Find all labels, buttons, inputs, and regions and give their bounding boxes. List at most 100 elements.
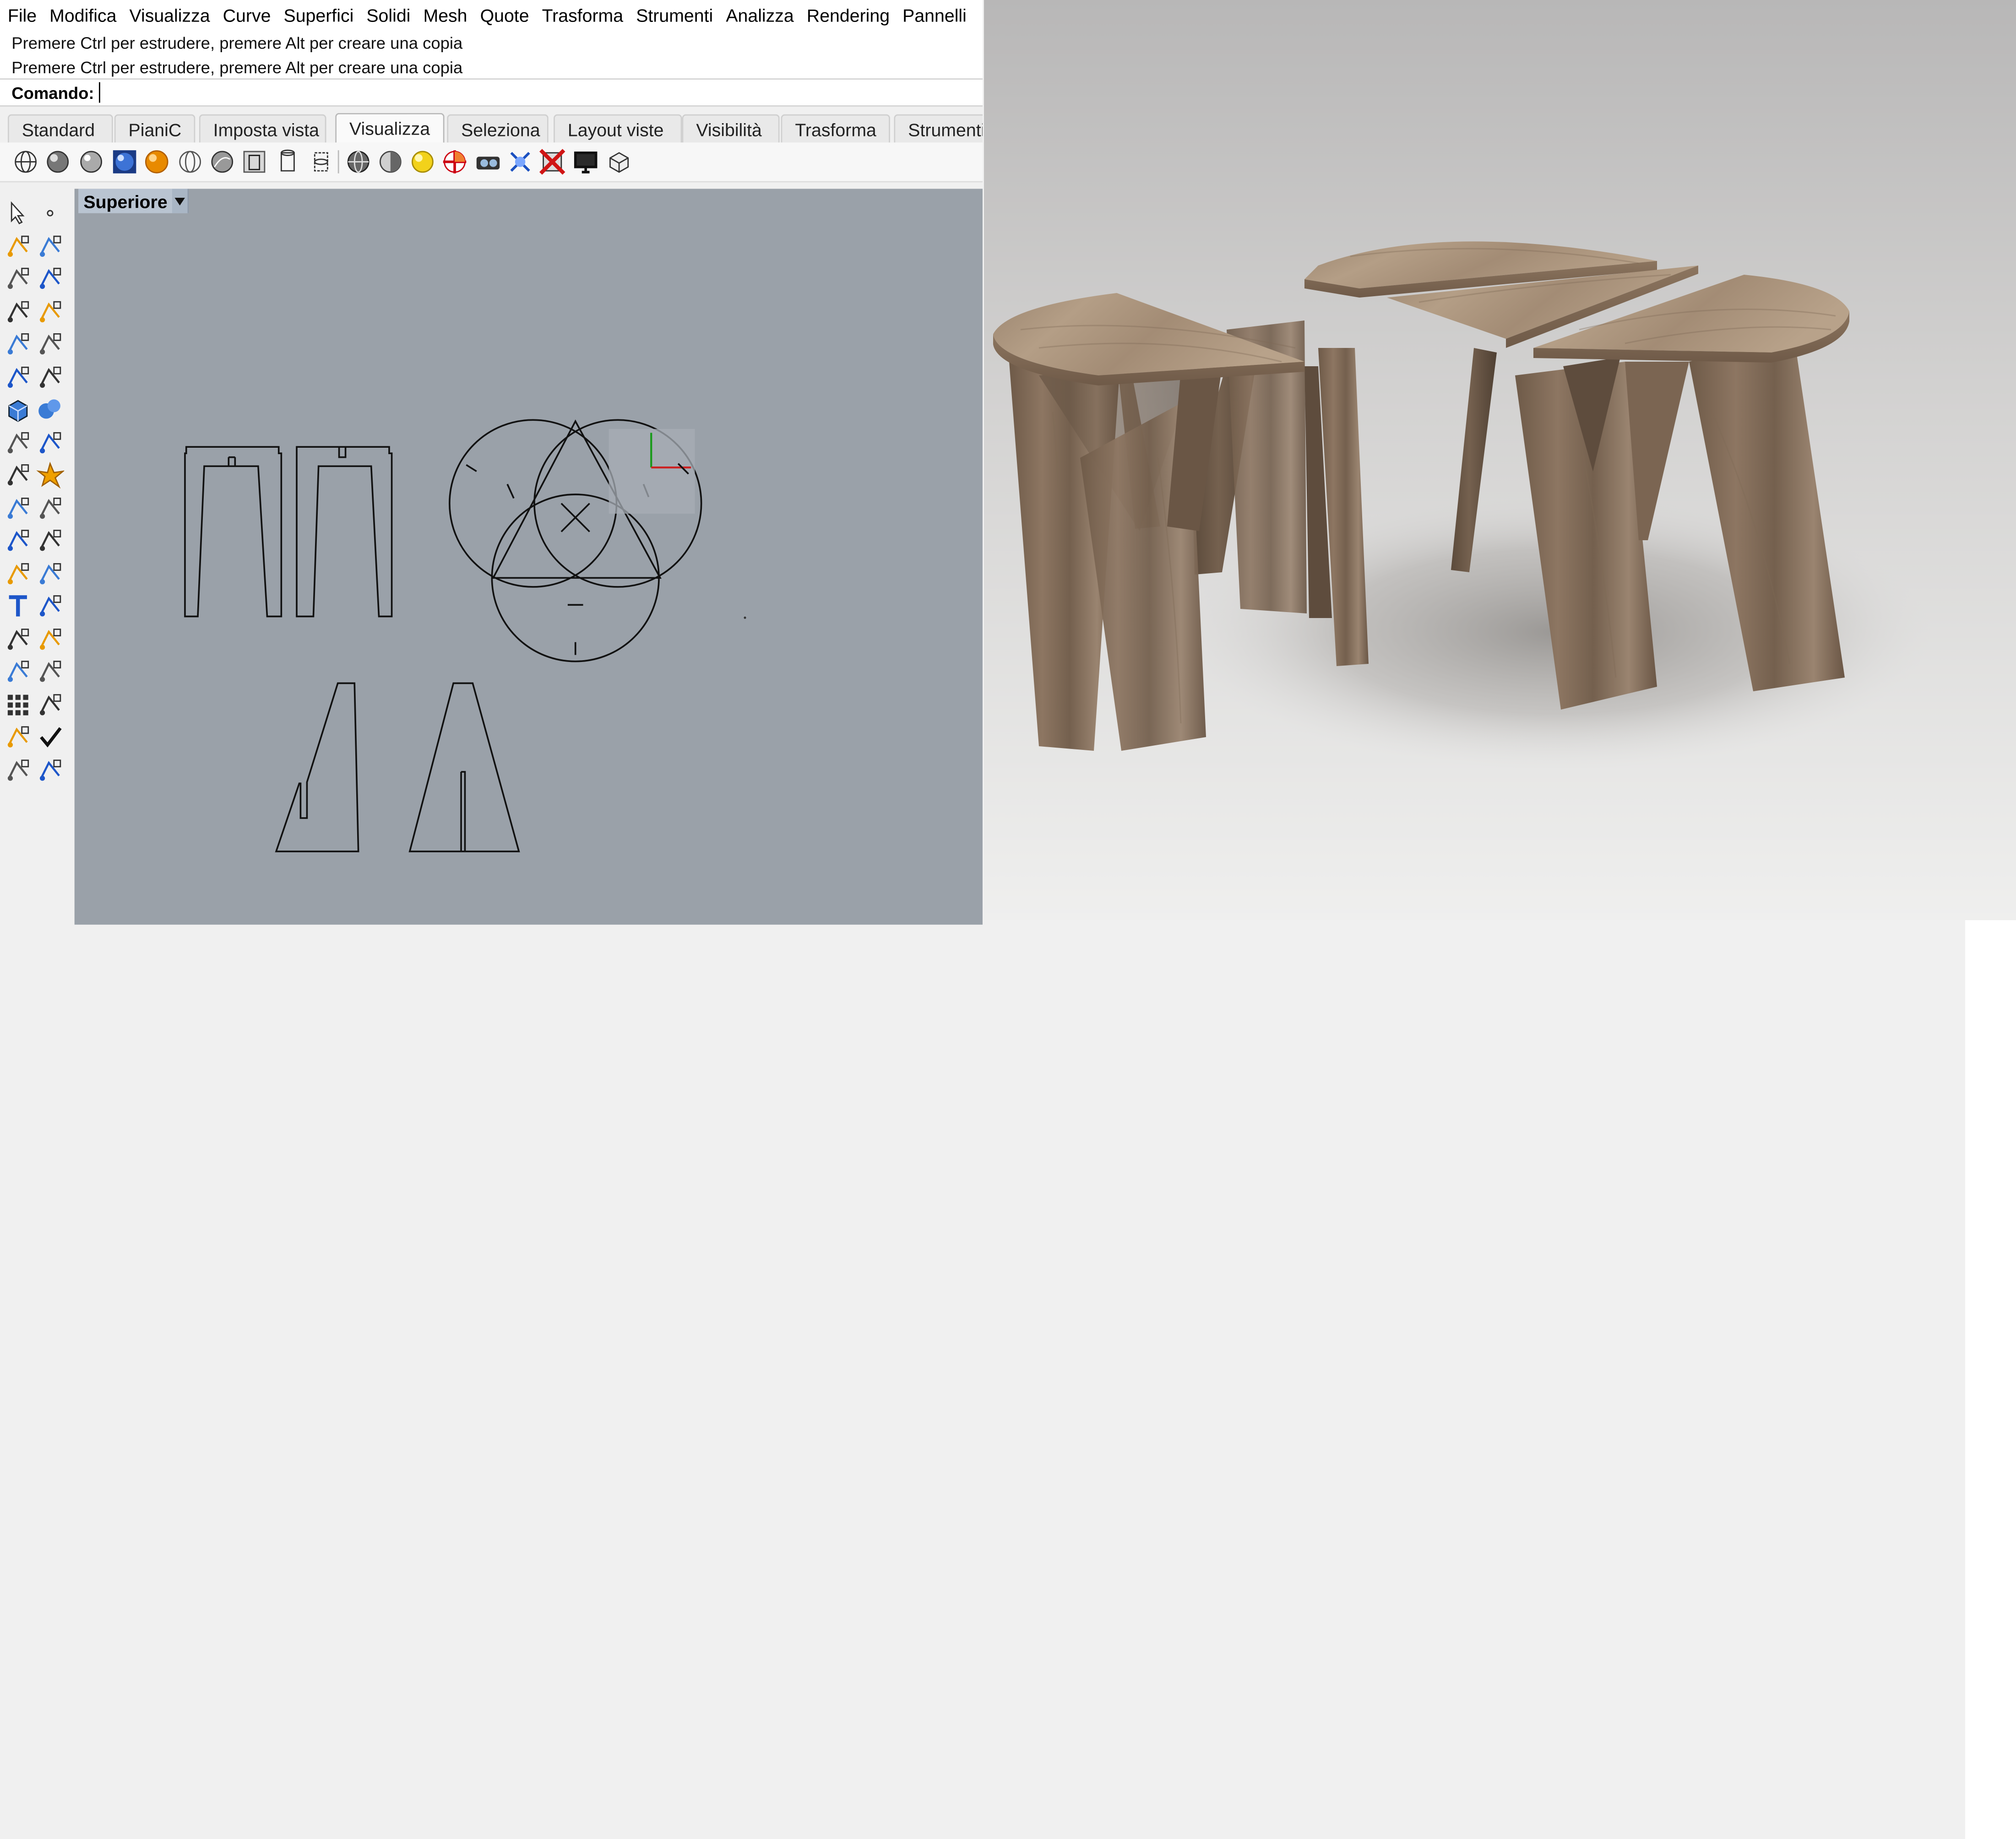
menu-item[interactable]: Mesh <box>417 0 473 31</box>
toolbar-separator <box>337 150 339 174</box>
light-icon[interactable] <box>408 148 437 176</box>
grid-array-icon[interactable] <box>4 690 32 719</box>
viewport-top[interactable]: Superiore <box>74 189 983 925</box>
history-line: Premere Ctrl per estrudere, premere Alt … <box>11 33 463 53</box>
curve-icon[interactable] <box>36 232 65 260</box>
plane-icon[interactable] <box>344 148 373 176</box>
drawing-canvas[interactable] <box>75 189 983 924</box>
boolean-icon[interactable] <box>4 526 32 555</box>
copy-icon[interactable] <box>36 625 65 653</box>
camera-icon[interactable] <box>474 148 502 176</box>
toolbar-tab[interactable]: Strumenti <box>894 114 983 143</box>
ghosted-icon[interactable] <box>110 148 139 176</box>
rectangle-icon[interactable] <box>36 297 65 325</box>
viewport-tab[interactable]: Superiore <box>78 189 190 213</box>
sphere-icon[interactable] <box>376 148 405 176</box>
gumball-widget[interactable] <box>609 429 695 514</box>
split-icon[interactable] <box>36 559 65 588</box>
block-icon[interactable] <box>4 657 32 686</box>
chevron-down-icon[interactable] <box>172 189 188 213</box>
point-marker <box>744 616 746 619</box>
circle-icon[interactable] <box>4 265 32 293</box>
sphere-solid-icon[interactable] <box>36 396 65 424</box>
menu-item[interactable]: File <box>0 0 43 31</box>
menu-item[interactable]: Curve <box>217 0 277 31</box>
command-history: Premere Ctrl per estrudere, premere Alt … <box>0 31 983 80</box>
bounding-icon[interactable] <box>307 148 335 176</box>
plane-surface-icon[interactable] <box>36 429 65 457</box>
extrude-icon[interactable] <box>4 429 32 457</box>
viewport-title: Superiore <box>83 190 168 212</box>
left-toolbar <box>0 189 75 925</box>
display-toolbar <box>0 142 983 183</box>
menu-item[interactable]: Superfici <box>277 0 360 31</box>
toolbar-tabs: Standard PianiC Imposta vista Visualizza Sel… <box>0 110 983 143</box>
x-mark <box>560 503 590 532</box>
menu-item[interactable]: Trasforma <box>536 0 630 31</box>
toolbar-tab[interactable]: Trasforma <box>781 114 891 143</box>
toolbar-tab[interactable]: PianiC <box>114 114 196 143</box>
toolbar-tab[interactable]: Layout viste <box>554 114 682 143</box>
menu-item[interactable]: Visualizza <box>123 0 216 31</box>
menu-item[interactable]: Solidi <box>360 0 417 31</box>
menu-item[interactable]: Strumenti <box>630 0 719 31</box>
polyline-icon[interactable] <box>4 232 32 260</box>
explode-icon[interactable] <box>36 461 65 489</box>
shaded-icon[interactable] <box>43 148 72 176</box>
menu-item[interactable]: Modifica <box>43 0 123 31</box>
wireframe-icon[interactable] <box>11 148 40 176</box>
group-icon[interactable] <box>36 526 65 555</box>
toolbar-tab[interactable]: Visualizza <box>335 113 445 143</box>
technical-icon[interactable] <box>176 148 204 176</box>
stool-render-image <box>984 0 2016 920</box>
text-icon[interactable] <box>4 592 32 620</box>
toolbar-tab[interactable]: Standard <box>7 114 113 143</box>
menu-item[interactable]: Analizza <box>719 0 800 31</box>
toolbar-tab[interactable]: Seleziona <box>447 114 549 143</box>
select-arrow-icon[interactable] <box>4 199 32 228</box>
trim-icon[interactable] <box>4 559 32 588</box>
target-icon[interactable] <box>440 148 469 176</box>
point-icon[interactable] <box>36 199 65 228</box>
layer-icon[interactable] <box>4 723 32 751</box>
command-input[interactable] <box>99 82 486 103</box>
box-icon[interactable] <box>605 148 633 176</box>
toolbar-tab[interactable]: Visibilità <box>682 114 780 143</box>
render-tool-icon[interactable] <box>36 756 65 784</box>
menu-item[interactable]: Quote <box>474 0 536 31</box>
toolbar-tab[interactable]: Imposta vista <box>199 114 326 143</box>
menu-item[interactable]: Pannelli <box>896 0 973 31</box>
history-line: Premere Ctrl per estrudere, premere Alt … <box>11 58 463 77</box>
surface-icon[interactable] <box>4 363 32 391</box>
box-solid-icon[interactable] <box>4 396 32 424</box>
transform-icon[interactable] <box>36 592 65 620</box>
monitor-icon[interactable] <box>571 148 600 176</box>
xray-icon[interactable] <box>142 148 171 176</box>
check-icon[interactable] <box>36 723 65 751</box>
leg-piece-outline <box>184 446 283 618</box>
artistic-icon[interactable] <box>208 148 236 176</box>
command-label: Comando: <box>11 82 94 103</box>
capture-icon[interactable] <box>274 148 302 176</box>
measure-icon[interactable] <box>36 657 65 686</box>
arc-icon[interactable] <box>4 297 32 325</box>
delete-view-icon[interactable] <box>538 148 566 176</box>
loft-icon[interactable] <box>36 363 65 391</box>
dimension-icon[interactable] <box>4 494 32 522</box>
zoom-extents-icon[interactable] <box>506 148 534 176</box>
command-line: Comando: <box>0 78 983 107</box>
history-icon[interactable] <box>36 690 65 719</box>
ellipse-icon[interactable] <box>36 265 65 293</box>
rendered-icon[interactable] <box>77 148 105 176</box>
menu-bar: File Modifica Visualizza Curve Superfici Soli… <box>0 0 983 31</box>
array-icon[interactable] <box>4 625 32 653</box>
align-icon[interactable] <box>36 494 65 522</box>
fillet-icon[interactable] <box>36 330 65 358</box>
gear-icon[interactable] <box>4 461 32 489</box>
brace-piece-outline <box>408 682 520 852</box>
mesh-tool-icon[interactable] <box>4 756 32 784</box>
brace-piece-outline <box>275 682 359 852</box>
polygon-icon[interactable] <box>4 330 32 358</box>
menu-item[interactable]: Rendering <box>800 0 896 31</box>
pen-icon[interactable] <box>240 148 269 176</box>
